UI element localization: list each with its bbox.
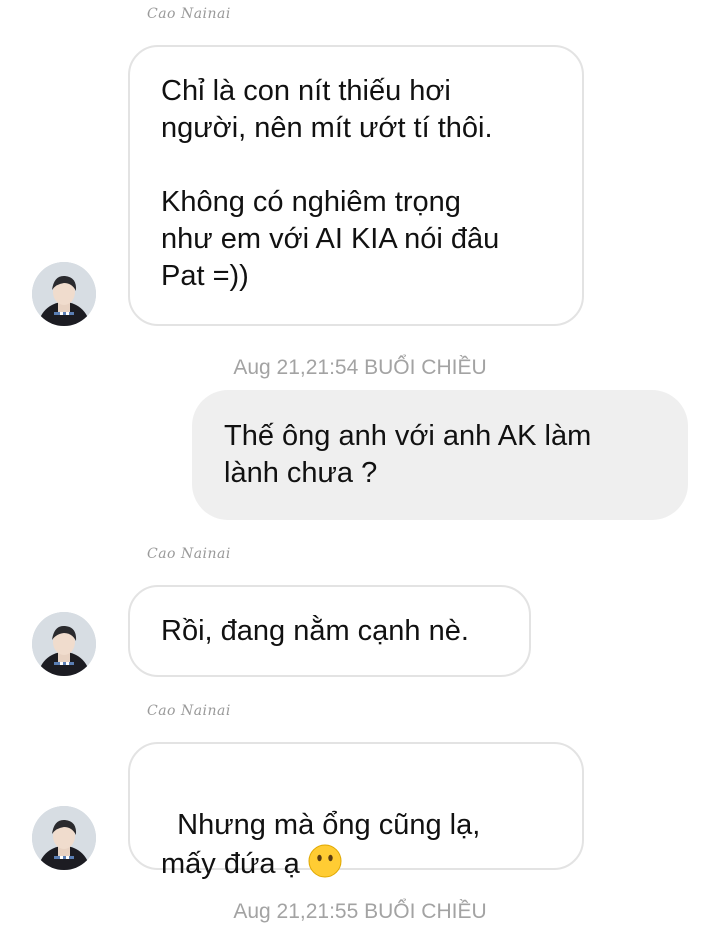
incoming-message-bubble[interactable]: Rồi, đang nằm cạnh nè.: [128, 585, 531, 677]
avatar-image: [32, 262, 96, 326]
avatar[interactable]: [32, 262, 96, 326]
avatar-image: [32, 806, 96, 870]
incoming-message-bubble[interactable]: Chỉ là con nít thiếu hơi người, nên mít …: [128, 45, 584, 326]
sender-name: Cao Nainai: [147, 703, 231, 719]
avatar-image: [32, 612, 96, 676]
avatar[interactable]: [32, 806, 96, 870]
sender-name: Cao Nainai: [147, 6, 231, 22]
neutral-face-no-mouth-icon: [308, 844, 342, 878]
avatar[interactable]: [32, 612, 96, 676]
sender-name: Cao Nainai: [147, 546, 231, 562]
message-timestamp: Aug 21,21:54 BUỔI CHIỀU: [233, 356, 487, 379]
message-timestamp: Aug 21,21:55 BUỔI CHIỀU: [233, 900, 487, 923]
incoming-message-bubble[interactable]: Nhưng mà ổng cũng lạ, mấy đứa ạ: [128, 742, 584, 880]
outgoing-message-bubble[interactable]: Thế ông anh với anh AK làm lành chưa ?: [192, 390, 688, 520]
